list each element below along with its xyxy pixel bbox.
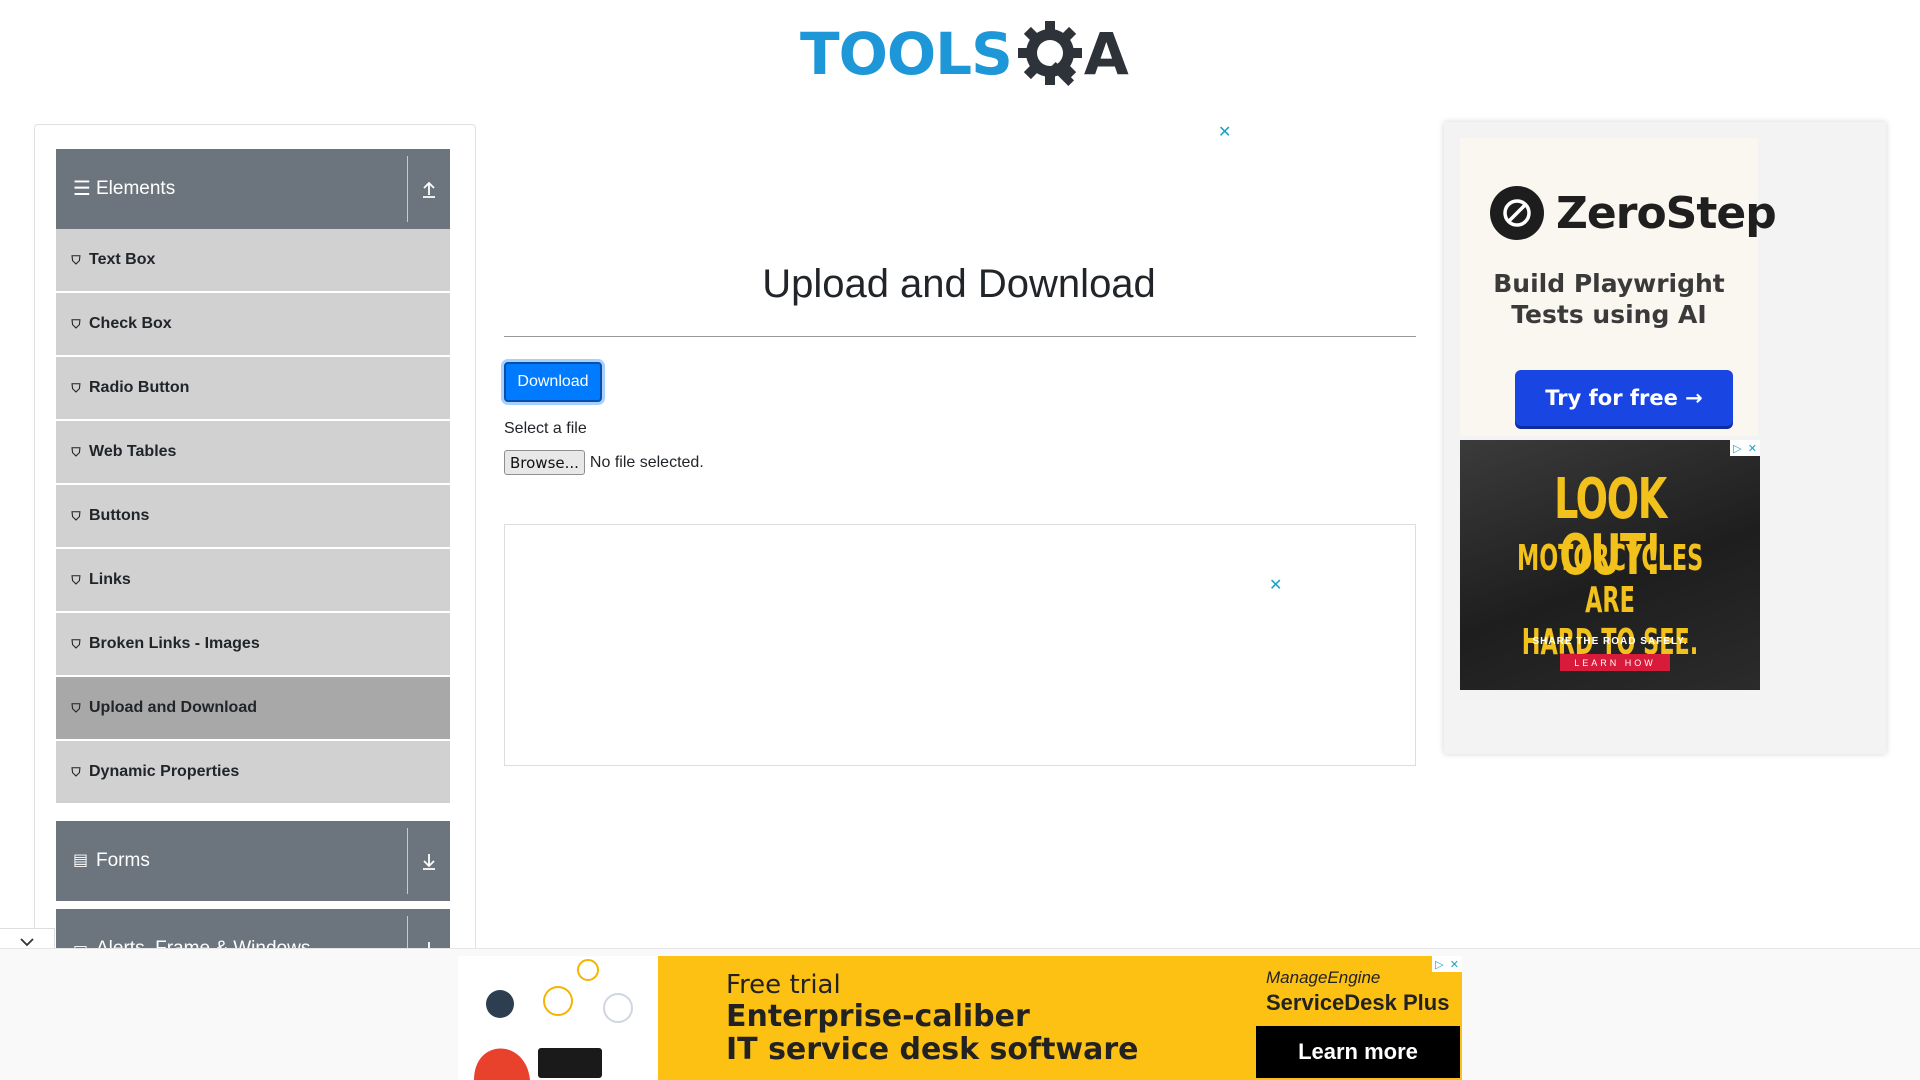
zerostep-tagline-line1: Build Playwright xyxy=(1493,269,1725,298)
html5-icon: ⛉ xyxy=(71,572,81,587)
gear-icon xyxy=(1017,21,1082,87)
sidebar-item-text-box[interactable]: ⛉ Text Box xyxy=(56,229,450,291)
html5-icon: ⛉ xyxy=(71,316,81,331)
moto-share-text: SHARE THE ROAD SAFELY. xyxy=(1532,636,1688,647)
sidebar-group-title: Elements xyxy=(96,178,176,199)
download-button[interactable]: Download xyxy=(504,362,602,402)
learn-more-button[interactable]: Learn more xyxy=(1256,1026,1460,1078)
right-ad-panel: ZeroStep Build Playwright Tests using AI… xyxy=(1444,122,1886,754)
ad-choices-icon[interactable]: ▷ ✕ xyxy=(1730,440,1760,456)
sidebar-group-elements[interactable]: ☰ Elements xyxy=(56,149,450,229)
ad-free-trial-text: Free trial xyxy=(726,970,841,1000)
sidebar-item-check-box[interactable]: ⛉ Check Box xyxy=(56,293,450,355)
ad-brand-company: ManageEngine xyxy=(1266,968,1381,987)
sidebar-item-label: Check Box xyxy=(89,315,172,332)
html5-icon: ⛉ xyxy=(71,700,81,715)
zerostep-tagline: Build Playwright Tests using AI xyxy=(1460,268,1758,330)
ad-illustration-icon xyxy=(458,956,658,1080)
sidebar-item-label: Buttons xyxy=(89,507,150,524)
zerostep-tagline-line2: Tests using AI xyxy=(1511,300,1707,329)
download-arrow-icon[interactable] xyxy=(407,828,450,894)
zerostep-ad[interactable]: ZeroStep Build Playwright Tests using AI… xyxy=(1460,138,1777,436)
sidebar-item-label: Links xyxy=(89,571,131,588)
sidebar-item-label: Text Box xyxy=(89,251,156,268)
ad-close-icon[interactable]: ✕ xyxy=(1218,122,1231,142)
logo-text-a: A xyxy=(1083,20,1129,88)
sidebar-item-label: Radio Button xyxy=(89,379,190,396)
sidebar-item-label: Upload and Download xyxy=(89,699,257,716)
sidebar-item-label: Web Tables xyxy=(89,443,177,460)
html5-icon: ⛉ xyxy=(71,508,81,523)
ad-brand-product: ServiceDesk Plus xyxy=(1266,990,1450,1015)
sidebar-item-label: Dynamic Properties xyxy=(89,763,240,780)
chevron-down-icon xyxy=(20,938,34,947)
moto-line2: MOTORCYCLES ARE xyxy=(1517,538,1704,621)
logo-text-tools: TOOLS xyxy=(800,20,1013,88)
sidebar-group-title: Forms xyxy=(96,850,150,871)
html5-icon: ⛉ xyxy=(71,252,81,267)
ad-headline-line1: Enterprise-caliber xyxy=(726,999,1030,1034)
sidebar-group-forms[interactable]: ▤ Forms xyxy=(56,821,450,901)
title-divider xyxy=(504,336,1416,337)
html5-icon: ⛉ xyxy=(71,380,81,395)
inline-ad-slot: ✕ xyxy=(504,524,1416,766)
hamburger-icon: ☰ xyxy=(73,178,91,200)
page-title: Upload and Download xyxy=(762,262,1156,306)
zerostep-logo-icon xyxy=(1490,186,1544,240)
zerostep-name: ZeroStep xyxy=(1556,187,1777,239)
form-icon: ▤ xyxy=(73,852,89,869)
html5-icon: ⛉ xyxy=(71,636,81,651)
upload-file-input[interactable]: Browse... No file selected. xyxy=(504,450,704,475)
ad-headline-line2: IT service desk software xyxy=(726,1032,1139,1067)
motorcycle-ad[interactable]: LOOK OUT! MOTORCYCLES ARE HARD TO SEE. S… xyxy=(1460,440,1760,690)
toolsqa-logo[interactable]: TOOLS A xyxy=(800,14,1129,94)
sidebar-item-links[interactable]: ⛉ Links xyxy=(56,549,450,611)
try-for-free-button[interactable]: Try for free → xyxy=(1515,370,1733,426)
left-sidebar: ☰ Elements ⛉ Text Box ⛉ Check Box ⛉ Radio B… xyxy=(34,124,476,964)
upload-file-label: Select a file xyxy=(504,420,587,437)
browse-button[interactable]: Browse... xyxy=(504,450,585,475)
ad-choices-icon[interactable]: ▷ ✕ xyxy=(1432,956,1462,972)
ad-headline: Enterprise-caliber IT service desk softw… xyxy=(726,1000,1139,1066)
sidebar-item-buttons[interactable]: ⛉ Buttons xyxy=(56,485,450,547)
zerostep-brand: ZeroStep xyxy=(1490,186,1777,240)
learn-how-button[interactable]: LEARN HOW xyxy=(1560,654,1670,671)
no-file-text: No file selected. xyxy=(589,453,704,471)
site-header: TOOLS A xyxy=(0,0,1920,110)
manageengine-ad[interactable]: Free trial Enterprise-caliber IT service… xyxy=(458,956,1462,1080)
sidebar-item-radio-button[interactable]: ⛉ Radio Button xyxy=(56,357,450,419)
ad-close-icon[interactable]: ✕ xyxy=(1269,575,1282,595)
elements-menu-list: ⛉ Text Box ⛉ Check Box ⛉ Radio Button ⛉ Web … xyxy=(56,229,450,805)
sidebar-item-broken-links[interactable]: ⛉ Broken Links - Images xyxy=(56,613,450,675)
sidebar-item-web-tables[interactable]: ⛉ Web Tables xyxy=(56,421,450,483)
upload-arrow-icon[interactable] xyxy=(407,156,450,222)
sidebar-item-upload-download[interactable]: ⛉ Upload and Download xyxy=(56,677,450,739)
sidebar-item-dynamic-properties[interactable]: ⛉ Dynamic Properties xyxy=(56,741,450,803)
html5-icon: ⛉ xyxy=(71,764,81,779)
sidebar-item-label: Broken Links - Images xyxy=(89,635,260,652)
html5-icon: ⛉ xyxy=(71,444,81,459)
